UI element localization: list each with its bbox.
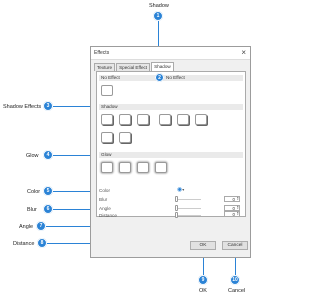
ok-button[interactable]: OK bbox=[190, 241, 216, 250]
glow-preset-4[interactable] bbox=[155, 162, 167, 173]
shadow-preset-3[interactable] bbox=[137, 114, 149, 125]
tab-texture[interactable]: Texture bbox=[94, 63, 116, 71]
callout-label-distance: Distance bbox=[13, 241, 35, 247]
callout-label-glow: Glow bbox=[26, 153, 39, 159]
callout-10: 10 bbox=[230, 275, 240, 285]
section-shadow: Shadow bbox=[99, 104, 243, 110]
angle-slider-track[interactable] bbox=[175, 208, 201, 209]
shadow-preset-5[interactable] bbox=[177, 114, 189, 125]
callout-5: 5 bbox=[43, 186, 53, 196]
callout-9: 9 bbox=[198, 275, 208, 285]
tab-strip: Texture Special Effect Shadow bbox=[94, 62, 175, 71]
callout-label-ok: OK bbox=[199, 288, 207, 294]
distance-slider-track[interactable] bbox=[175, 215, 201, 216]
close-icon[interactable]: × bbox=[241, 48, 246, 57]
angle-slider-thumb[interactable] bbox=[175, 205, 178, 211]
distance-slider-thumb[interactable] bbox=[175, 212, 178, 218]
callout-4: 4 bbox=[43, 150, 53, 160]
shadow-preset-8[interactable] bbox=[119, 132, 131, 143]
spinner-arrows-icon[interactable]: ▲ ▼ bbox=[236, 205, 239, 210]
section-glow-label: Glow bbox=[101, 152, 112, 157]
callout-label-shadow-effects: Shadow Effects bbox=[3, 104, 42, 110]
no-effect-tile[interactable] bbox=[101, 85, 113, 96]
callout-label-blur: Blur bbox=[27, 207, 37, 213]
callout-label-angle: Angle bbox=[19, 224, 34, 230]
spinner-arrows-icon[interactable]: ▲ ▼ bbox=[236, 211, 239, 216]
no-effect-caption: No Effect bbox=[166, 75, 185, 80]
shadow-preset-2[interactable] bbox=[119, 114, 131, 125]
color-picker-icon[interactable]: ◉▾ bbox=[177, 186, 184, 193]
glow-preset-2[interactable] bbox=[119, 162, 131, 173]
shadow-preset-6[interactable] bbox=[195, 114, 207, 125]
shadow-preset-7[interactable] bbox=[101, 132, 113, 143]
callout-3: 3 bbox=[43, 101, 53, 111]
tab-special-effect[interactable]: Special Effect bbox=[116, 63, 151, 71]
section-shadow-label: Shadow bbox=[101, 104, 118, 109]
callout-6: 6 bbox=[43, 204, 53, 214]
blur-spinner[interactable]: 0 ▲ ▼ bbox=[224, 196, 240, 202]
callout-8: 8 bbox=[37, 238, 47, 248]
section-glow: Glow bbox=[99, 152, 243, 158]
glow-preset-1[interactable] bbox=[101, 162, 113, 173]
color-label: Color bbox=[99, 188, 110, 193]
distance-spinner[interactable]: 0 ▲ ▼ bbox=[224, 211, 240, 217]
shadow-panel: No Effect 2 No Effect Shadow Glow Color … bbox=[96, 71, 246, 218]
shadow-preset-4[interactable] bbox=[159, 114, 171, 125]
spinner-arrows-icon[interactable]: ▲ ▼ bbox=[236, 196, 239, 201]
distance-label: Distance bbox=[99, 213, 117, 218]
callout-2: 2 bbox=[155, 73, 164, 82]
dialog-title: Effects bbox=[94, 50, 110, 56]
blur-slider-thumb[interactable] bbox=[175, 196, 178, 202]
glow-preset-3[interactable] bbox=[137, 162, 149, 173]
shadow-preset-1[interactable] bbox=[101, 114, 113, 125]
blur-value: 0 bbox=[232, 197, 235, 202]
blur-label: Blur bbox=[99, 197, 108, 202]
callout-label-cancel: Cancel bbox=[228, 288, 246, 294]
blur-slider-track[interactable] bbox=[175, 199, 201, 200]
tab-shadow[interactable]: Shadow bbox=[151, 62, 174, 71]
callout-7: 7 bbox=[36, 221, 46, 231]
callout-label-color: Color bbox=[27, 189, 41, 195]
section-no-effect-label: No Effect bbox=[101, 75, 120, 80]
callout-1: 1 bbox=[153, 11, 163, 21]
angle-label: Angle bbox=[99, 206, 111, 211]
dialog-titlebar: Effects × bbox=[91, 47, 250, 60]
distance-value: 0 bbox=[232, 212, 235, 217]
effects-dialog: Effects × Texture Special Effect Shadow … bbox=[90, 46, 251, 258]
callout-label-shadow: Shadow bbox=[149, 3, 169, 9]
cancel-button[interactable]: Cancel bbox=[222, 241, 248, 250]
